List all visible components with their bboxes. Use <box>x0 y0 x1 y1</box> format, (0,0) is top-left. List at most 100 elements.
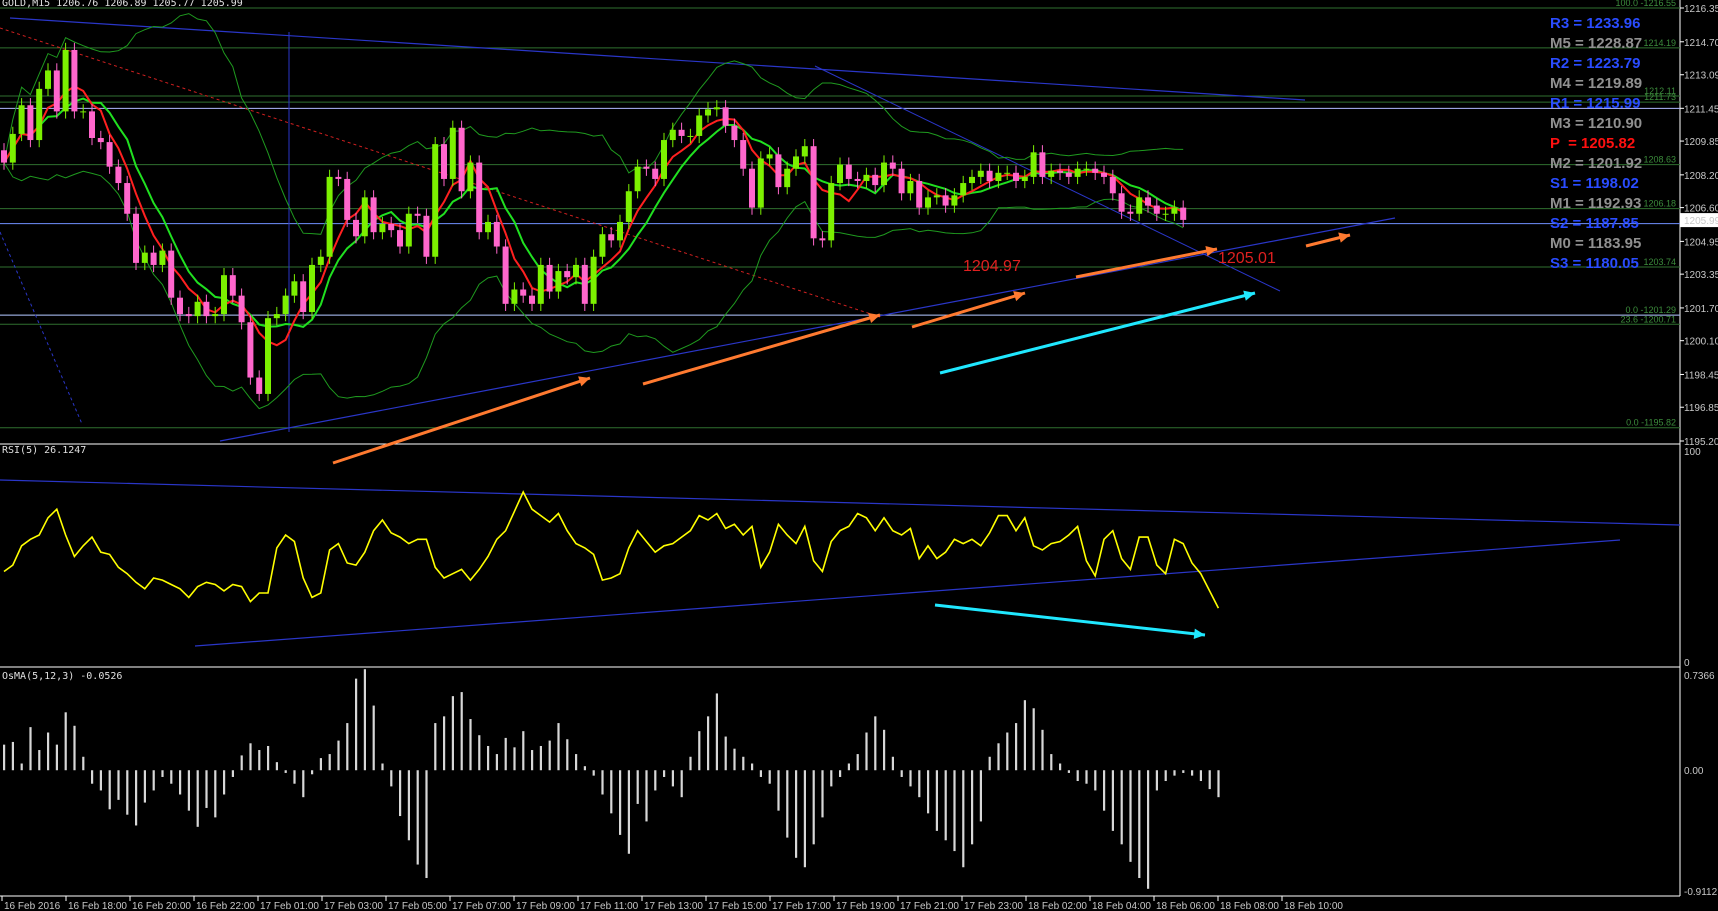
osma-bar <box>1032 708 1035 771</box>
osma-bar <box>1120 770 1123 845</box>
candle-body <box>1136 197 1143 214</box>
osma-bar <box>935 770 938 831</box>
candle-body <box>115 166 122 184</box>
osma-bar <box>135 770 138 826</box>
candle-body <box>493 221 500 247</box>
osma-bar <box>434 723 437 771</box>
osma-bar <box>680 770 683 798</box>
candle-body <box>1048 170 1055 177</box>
candle-body <box>282 295 289 315</box>
dotted-trendline <box>0 231 83 425</box>
price-axis-label: 1216.35 <box>1684 4 1718 15</box>
candle-body <box>916 180 923 208</box>
osma-bar <box>698 731 701 771</box>
time-axis-label: 17 Feb 03:00 <box>324 901 383 911</box>
osma-bar <box>979 770 982 822</box>
price-annotation: 1205.01 <box>1218 250 1276 267</box>
osma-bar <box>3 744 6 771</box>
dotted-trendline <box>0 27 881 318</box>
candle-body <box>942 195 949 206</box>
osma-bar <box>29 727 32 771</box>
time-axis-label: 18 Feb 10:00 <box>1284 901 1343 911</box>
osma-bar <box>346 723 349 771</box>
candle-body <box>159 250 166 265</box>
candle-body <box>995 172 1002 181</box>
time-axis-label: 16 Feb 22:00 <box>196 901 255 911</box>
candle-body <box>634 166 641 192</box>
candle-body <box>256 377 263 394</box>
osma-bar <box>900 770 903 777</box>
candle-body <box>1004 172 1011 174</box>
candle-body <box>819 238 826 241</box>
osma-bar <box>152 770 155 791</box>
candle-body <box>133 213 139 263</box>
osma-bar <box>847 763 850 771</box>
osma-bar <box>645 770 648 822</box>
osma-bar <box>812 770 815 845</box>
candle-body <box>678 129 685 136</box>
osma-bar <box>601 770 604 795</box>
candle-body <box>1013 172 1019 181</box>
candle-body <box>212 314 219 317</box>
candle-body <box>749 168 755 208</box>
time-axis-label: 17 Feb 01:00 <box>260 901 319 911</box>
candle-body <box>564 271 571 278</box>
osma-bar <box>557 723 560 771</box>
osma-bar <box>469 719 472 771</box>
candle-body <box>546 264 553 292</box>
osma-bar <box>205 770 208 808</box>
osma-bar <box>592 770 595 776</box>
candle-body <box>124 183 131 214</box>
osma-bar <box>504 737 507 771</box>
arrow-orange <box>1075 247 1218 279</box>
fib-level-label: 23.6 -1200.71 <box>1620 314 1676 324</box>
osma-bar <box>20 763 23 771</box>
osma-bar <box>390 770 393 787</box>
price-axis-label: 1203.35 <box>1684 270 1718 281</box>
candle-body <box>1101 172 1107 177</box>
osma-bar <box>143 770 146 803</box>
osma-bar <box>73 725 76 771</box>
time-axis-label: 17 Feb 09:00 <box>516 901 575 911</box>
osma-bar <box>944 770 947 841</box>
candle-body <box>405 213 412 247</box>
price-axis-label: 1200.10 <box>1684 337 1718 348</box>
osma-bar <box>249 743 252 771</box>
candle-body <box>643 166 650 169</box>
osma-bar <box>627 770 630 854</box>
candle-body <box>353 219 359 237</box>
bollinger-upper <box>3 13 1184 235</box>
osma-bar <box>284 770 287 773</box>
osma-bar <box>751 763 754 771</box>
osma-bar <box>891 756 894 771</box>
osma-bar <box>108 770 111 810</box>
osma-bar <box>275 762 278 771</box>
osma-bar <box>1129 770 1132 862</box>
time-axis-label: 17 Feb 15:00 <box>708 901 767 911</box>
candle-body <box>1118 193 1125 212</box>
candle-body <box>722 107 729 126</box>
time-axis-label: 17 Feb 11:00 <box>580 901 639 911</box>
osma-bar <box>988 756 991 771</box>
pivot-label: M4 = 1219.89 <box>1550 75 1643 92</box>
candle-body <box>238 295 245 323</box>
chart-canvas[interactable]: 100.0 -1216.551214.191212.111211.731208.… <box>0 0 1718 911</box>
time-axis-label: 16 Feb 20:00 <box>132 901 191 911</box>
osma-bar <box>196 770 199 827</box>
candle-body <box>793 156 799 169</box>
candle-body <box>977 170 984 177</box>
osma-bar <box>416 770 419 865</box>
candle-body <box>925 197 931 208</box>
osma-bar <box>478 735 481 771</box>
osma-bar <box>636 770 639 804</box>
candle-body <box>97 138 104 143</box>
candle-body <box>1039 152 1046 177</box>
candle-body <box>687 135 694 137</box>
osma-bar <box>99 770 102 791</box>
candle-body <box>1127 211 1134 214</box>
osma-bar <box>856 754 859 771</box>
candle-body <box>837 164 843 184</box>
candle-body <box>150 252 157 265</box>
osma-bar <box>575 754 578 771</box>
main-header: GOLD,M15 1206.76 1206.89 1205.77 1205.99 <box>2 0 243 9</box>
